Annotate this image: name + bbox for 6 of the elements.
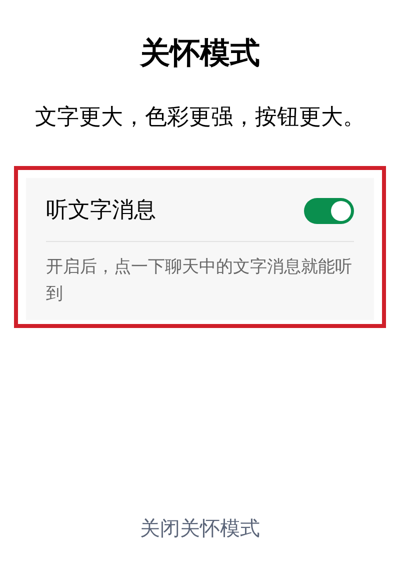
page-subtitle: 文字更大，色彩更强，按钮更大。 bbox=[34, 104, 366, 132]
setting-description: 开启后，点一下聊天中的文字消息就能听到 bbox=[46, 256, 353, 306]
toggle-switch[interactable] bbox=[304, 198, 354, 224]
page-title: 关怀模式 bbox=[140, 35, 260, 73]
setting-label: 听文字消息 bbox=[46, 197, 156, 225]
close-care-mode-link[interactable]: 关闭关怀模式 bbox=[140, 513, 260, 543]
